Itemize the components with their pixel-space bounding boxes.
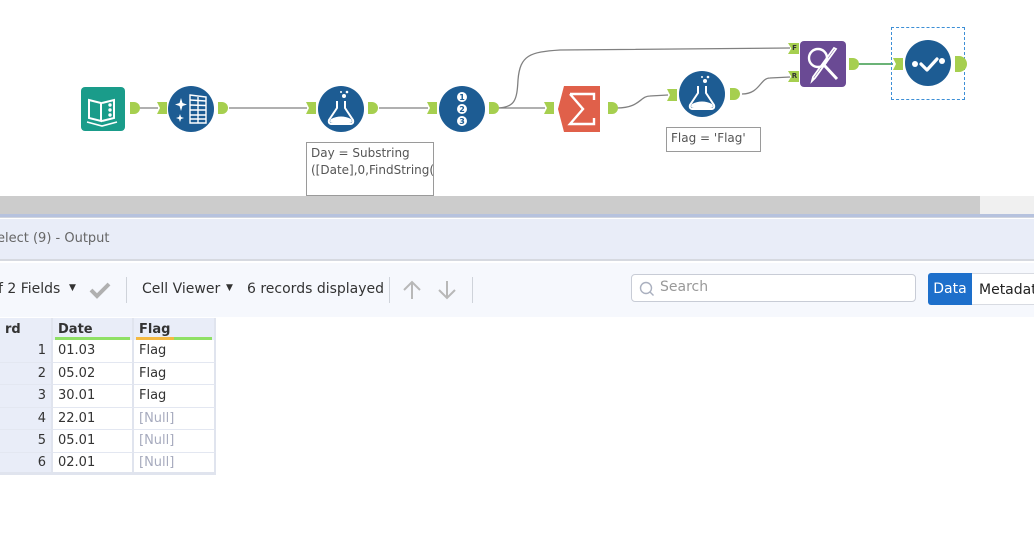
fields-dropdown-caret-icon[interactable]: ▼ [69, 283, 76, 293]
results-panel-title: elect (9) - Output [0, 231, 110, 246]
toolbar-divider [389, 277, 390, 303]
formula-flag-tool[interactable] [679, 71, 725, 117]
record-id-tool[interactable]: 1 2 3 [439, 86, 485, 132]
tab-metadata[interactable]: Metadata [972, 273, 1034, 305]
table-row[interactable]: 1 01.03 Flag [0, 340, 216, 363]
svg-text:1: 1 [459, 93, 465, 102]
cell-viewer-button[interactable]: Cell Viewer [142, 281, 220, 297]
arrow-up-icon[interactable] [401, 279, 423, 301]
cell-viewer-caret-icon[interactable]: ▼ [226, 283, 233, 293]
svg-text:2: 2 [459, 105, 465, 114]
input-data-tool[interactable] [80, 86, 126, 132]
cell-record-id[interactable]: 3 [0, 385, 53, 408]
cell-record-id[interactable]: 2 [0, 362, 53, 385]
column-header-flag[interactable]: Flag [134, 318, 216, 340]
cell-date[interactable]: 02.01 [53, 452, 134, 475]
table-row[interactable]: 6 02.01 [Null] [0, 452, 216, 475]
tab-data[interactable]: Data [928, 273, 972, 305]
column-header-date[interactable]: Date [53, 318, 134, 340]
cell-date[interactable]: 01.03 [53, 340, 134, 363]
cell-flag[interactable]: Flag [134, 362, 216, 385]
book-icon [81, 87, 125, 131]
canvas-horizontal-scrollbar[interactable] [0, 196, 1034, 214]
toolbar-divider [472, 277, 473, 303]
column-header-label: rd [5, 321, 21, 337]
search-input[interactable]: Search [631, 274, 916, 302]
table-row[interactable]: 4 22.01 [Null] [0, 407, 216, 430]
column-header-label: Flag [139, 321, 171, 337]
numbered-list-icon: 1 2 3 [439, 86, 485, 132]
cell-flag[interactable]: [Null] [134, 430, 216, 453]
toolbar-divider [126, 277, 127, 303]
fields-selector[interactable]: f 2 Fields [0, 281, 60, 297]
table-header-row: rd Date Flag [0, 318, 216, 340]
cell-record-id[interactable]: 5 [0, 430, 53, 453]
results-table: rd Date Flag 1 01.03 Flag 2 05.02 Flag 3 30.01 F… [0, 318, 216, 475]
cell-date[interactable]: 22.01 [53, 407, 134, 430]
cell-flag[interactable]: Flag [134, 340, 216, 363]
cell-flag[interactable]: [Null] [134, 452, 216, 475]
column-header-record[interactable]: rd [0, 318, 53, 340]
arrow-down-icon[interactable] [436, 279, 458, 301]
cell-record-id[interactable]: 1 [0, 340, 53, 363]
cell-record-id[interactable]: 6 [0, 452, 53, 475]
results-panel-header: elect (9) - Output [0, 219, 1034, 261]
flask-icon [679, 71, 725, 117]
summarize-tool[interactable] [558, 85, 606, 133]
table-row[interactable]: 5 05.01 [Null] [0, 430, 216, 453]
records-displayed-count: 6 records displayed [247, 281, 385, 297]
formula-flag-annotation: Flag = 'Flag' [666, 127, 761, 152]
app-root: Day = Substring ([Date],0,FindString([Da… [0, 0, 1034, 543]
cell-record-id[interactable]: 4 [0, 407, 53, 430]
cell-date[interactable]: 30.01 [53, 385, 134, 408]
connection-wires [140, 47, 893, 109]
workflow-canvas[interactable]: Day = Substring ([Date],0,FindString([Da… [0, 0, 1034, 196]
find-replace-icon [800, 41, 846, 87]
sparkle-table-icon [168, 86, 214, 132]
select-check-icon [905, 40, 951, 86]
data-cleansing-tool[interactable] [168, 86, 214, 132]
wire-summarize-formula2 [616, 94, 669, 109]
formula-tool[interactable] [318, 86, 364, 132]
sigma-icon [558, 86, 600, 132]
select-tool[interactable] [905, 40, 951, 86]
svg-text:3: 3 [459, 117, 465, 126]
panel-splitter[interactable] [0, 214, 1034, 218]
table-row[interactable]: 2 05.02 Flag [0, 362, 216, 385]
table-row[interactable]: 3 30.01 Flag [0, 385, 216, 408]
column-header-label: Date [58, 321, 93, 337]
checkmark-icon[interactable] [89, 281, 111, 299]
column-type-indicator [136, 337, 212, 340]
wire-formula2-replace [741, 76, 791, 95]
cell-flag[interactable]: [Null] [134, 407, 216, 430]
cell-date[interactable]: 05.02 [53, 362, 134, 385]
cell-flag[interactable]: Flag [134, 385, 216, 408]
find-replace-tool[interactable] [800, 41, 846, 87]
scrollbar-thumb[interactable] [0, 196, 980, 214]
flask-icon [318, 86, 364, 132]
formula-annotation: Day = Substring ([Date],0,FindString([Da… [306, 142, 434, 196]
search-icon [639, 281, 654, 296]
column-type-indicator [55, 337, 130, 340]
search-placeholder: Search [660, 279, 709, 295]
cell-date[interactable]: 05.01 [53, 430, 134, 453]
